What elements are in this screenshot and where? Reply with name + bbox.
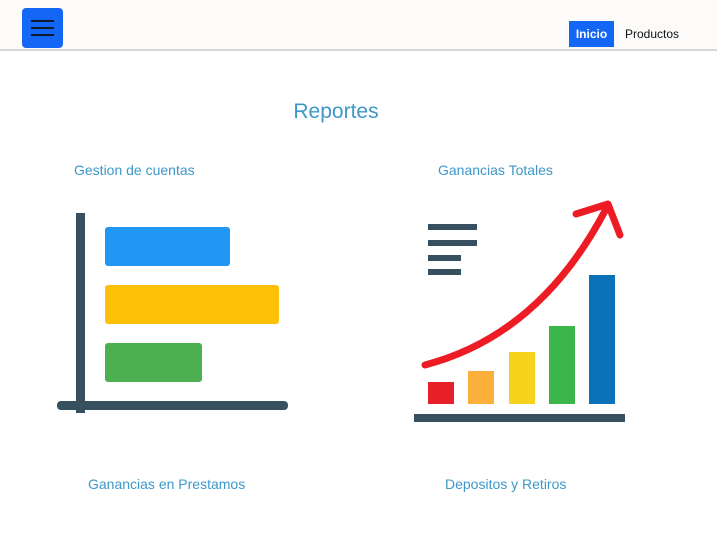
legend-line-2 [428, 240, 477, 246]
chart-bar-green [105, 343, 202, 382]
top-navbar: Inicio Productos [0, 0, 717, 51]
growth-arrow-curve [421, 205, 610, 369]
legend-line-4 [428, 269, 461, 275]
hamburger-icon-line [31, 34, 54, 36]
menu-toggle-button[interactable] [22, 8, 63, 48]
growth-chart-baseline [414, 414, 625, 422]
nav-link-productos[interactable]: Productos [625, 21, 679, 47]
page-title: Reportes [293, 100, 379, 123]
hamburger-icon [31, 20, 54, 22]
legend-line-1 [428, 224, 477, 230]
chart-y-axis [76, 213, 85, 413]
horizontal-bar-chart-icon[interactable] [50, 205, 295, 420]
growth-bar-blue [589, 275, 615, 404]
chart-bar-yellow [105, 285, 279, 324]
report-link-ganancias-en-prestamos[interactable]: Ganancias en Prestamos [88, 476, 245, 492]
chart-x-axis [57, 401, 288, 410]
growth-bar-chart-icon[interactable] [410, 195, 635, 427]
nav-link-inicio[interactable]: Inicio [569, 21, 614, 47]
growth-bar-green [549, 326, 575, 404]
growth-bar-yellow [509, 352, 535, 404]
growth-bar-red [428, 382, 454, 404]
chart-bar-blue [105, 227, 230, 266]
report-link-ganancias-totales[interactable]: Ganancias Totales [438, 162, 553, 178]
growth-bar-orange [468, 371, 494, 404]
report-link-depositos-y-retiros[interactable]: Depositos y Retiros [445, 476, 566, 492]
legend-line-3 [428, 255, 461, 261]
hamburger-icon-line [31, 27, 54, 29]
report-link-gestion-de-cuentas[interactable]: Gestion de cuentas [74, 162, 195, 178]
